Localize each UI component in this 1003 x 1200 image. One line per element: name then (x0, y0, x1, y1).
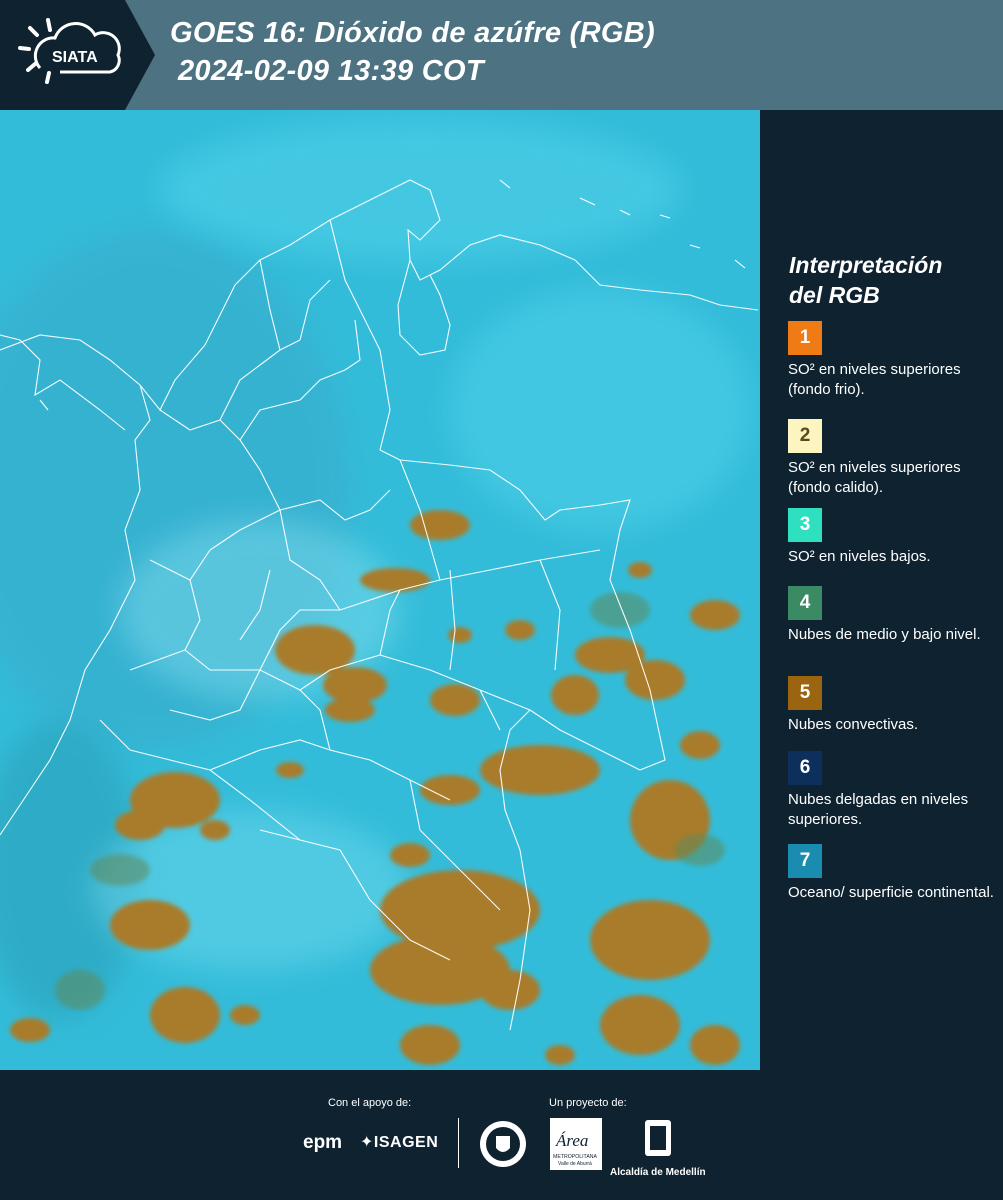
legend-title-line2: del RGB (789, 282, 880, 308)
legend-desc-4: Nubes de medio y bajo nivel. (788, 626, 981, 643)
area-logo-title: Área (555, 1131, 588, 1150)
footer: Con el apoyo de: Un proyecto de: epm ✦IS… (0, 1070, 1003, 1200)
legend-swatch-4: 4 (788, 586, 822, 620)
legend-item-5: 5 Nubes convectivas. (788, 676, 998, 735)
satellite-map (0, 110, 760, 1070)
isagen-logo: ✦ISAGEN (360, 1132, 438, 1152)
legend-desc-2: SO² en niveles superiores (fondo calido)… (788, 459, 961, 496)
alcaldia-shield-icon (644, 1120, 671, 1156)
legend-swatch-3: 3 (788, 508, 822, 542)
alcaldia-logo: Alcaldía de Medellín (610, 1118, 706, 1178)
legend-swatch-7: 7 (788, 844, 822, 878)
timestamp: 2024-02-09 13:39 COT (178, 55, 484, 87)
legend-item-2: 2 SO² en niveles superiores (fondo calid… (788, 419, 998, 498)
isagen-icon: ✦ (360, 1134, 374, 1151)
legend-desc-6: Nubes delgadas en niveles superiores. (788, 791, 969, 828)
header-bar: SIATA GOES 16: Dióxido de azúfre (RGB) 2… (0, 0, 1003, 110)
project-label: Un proyecto de: (549, 1097, 627, 1109)
legend-title-line1: Interpretación (789, 252, 943, 278)
area-logo-subtitle2: Valle de Aburrá (558, 1161, 592, 1167)
legend-item-6: 6 Nubes delgadas en niveles superiores. (788, 751, 998, 830)
legend-title: Interpretación del RGB (789, 250, 999, 310)
legend-item-3: 3 SO² en niveles bajos. (788, 508, 998, 567)
legend-desc-5: Nubes convectivas. (788, 716, 919, 733)
siata-logo-text: SIATA (52, 49, 98, 66)
area-logo-subtitle: METROPOLITANA (553, 1154, 598, 1160)
legend-item-4: 4 Nubes de medio y bajo nivel. (788, 586, 998, 645)
legend-desc-1: SO² en niveles superiores (fondo frio). (788, 361, 961, 398)
legend-swatch-1: 1 (788, 321, 822, 355)
isagen-logo-text: ISAGEN (373, 1134, 439, 1151)
legend-swatch-6: 6 (788, 751, 822, 785)
legend-panel: Interpretación del RGB 1 SO² en niveles … (760, 110, 1003, 1070)
legend-item-7: 7 Oceano/ superficie continental. (788, 844, 998, 903)
area-metropolitana-logo: Área METROPOLITANA Valle de Aburrá (550, 1118, 602, 1175)
epm-logo: epm (303, 1132, 343, 1153)
support-label: Con el apoyo de: (328, 1097, 412, 1109)
medellin-seal-icon (480, 1121, 526, 1167)
alcaldia-name: Alcaldía de Medellín (610, 1167, 706, 1178)
siata-logo: SIATA (0, 0, 155, 110)
page-title: GOES 16: Dióxido de azúfre (RGB) (170, 17, 655, 49)
legend-swatch-2: 2 (788, 419, 822, 453)
legend-item-1: 1 SO² en niveles superiores (fondo frio)… (788, 321, 998, 400)
footer-divider (458, 1118, 459, 1168)
legend-desc-3: SO² en niveles bajos. (788, 548, 931, 565)
legend-desc-7: Oceano/ superficie continental. (788, 884, 994, 901)
legend-swatch-5: 5 (788, 676, 822, 710)
